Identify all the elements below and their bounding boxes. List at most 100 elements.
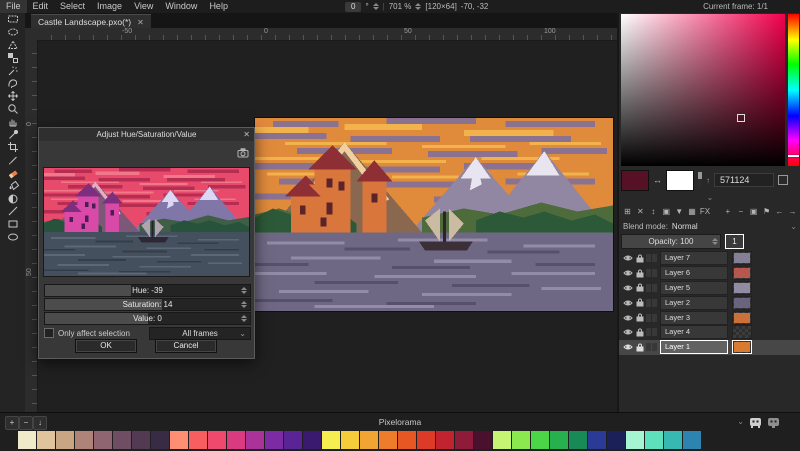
move-layer-button[interactable]: ↕ [647, 205, 660, 218]
palette-swatch[interactable] [208, 431, 226, 449]
hue-slider-handle[interactable] [788, 155, 799, 157]
palette-swatch[interactable] [303, 431, 321, 449]
lock-icon[interactable] [634, 267, 646, 279]
layer-row[interactable]: Layer 2 [619, 295, 800, 310]
ok-button[interactable]: OK [75, 339, 137, 353]
palette-swatch[interactable] [683, 431, 701, 449]
cel-thumbnail[interactable] [732, 311, 752, 325]
palette-swatch[interactable] [265, 431, 283, 449]
frame-tag-button[interactable]: ⚑ [760, 205, 773, 218]
palette-swatch[interactable] [569, 431, 587, 449]
saturation-spinner[interactable] [241, 301, 247, 308]
layer-row[interactable]: Layer 3 [619, 310, 800, 325]
color-picker-square[interactable] [621, 14, 785, 166]
delete-layer-button[interactable]: ✕ [634, 205, 647, 218]
adjust-hsv-dialog[interactable]: Adjust Hue/Saturation/Value ✕ Hue: -39 S… [38, 127, 255, 359]
palette-swatch[interactable] [132, 431, 150, 449]
layer-name-button[interactable]: Layer 6 [660, 266, 728, 280]
frame-column-header[interactable]: 1 [725, 234, 744, 249]
layer-name-button[interactable]: Layer 4 [660, 325, 728, 339]
tool-magic-wand[interactable] [0, 64, 25, 77]
palette-swatch[interactable] [37, 431, 55, 449]
palette-swatch[interactable] [341, 431, 359, 449]
link-cel-button[interactable] [646, 343, 651, 351]
palette-swatch[interactable] [531, 431, 549, 449]
palette-swatch[interactable] [664, 431, 682, 449]
color-options-button[interactable] [778, 175, 788, 185]
cel-thumbnail[interactable] [732, 251, 752, 265]
palette-swatch[interactable] [379, 431, 397, 449]
dialog-title-bar[interactable]: Adjust Hue/Saturation/Value ✕ [39, 128, 254, 141]
menu-file[interactable]: File [0, 0, 27, 13]
secondary-color-swatch[interactable] [666, 170, 694, 191]
cel-thumbnail[interactable] [732, 281, 752, 295]
palette-swatch[interactable] [645, 431, 663, 449]
layer-name-button[interactable]: Layer 2 [660, 296, 728, 310]
menu-image[interactable]: Image [91, 0, 128, 13]
clone-layer-button[interactable]: ▣ [660, 205, 673, 218]
palette-dropdown-chevron[interactable]: ⌄ [737, 415, 744, 429]
palette-swatch[interactable] [189, 431, 207, 449]
tool-rectangle-select[interactable] [0, 13, 25, 26]
cel-options-button[interactable] [652, 284, 657, 292]
link-cel-button[interactable] [646, 284, 651, 292]
cel-options-button[interactable] [652, 314, 657, 322]
palette-swatch[interactable] [588, 431, 606, 449]
cel-options-button[interactable] [652, 328, 657, 336]
lock-icon[interactable] [634, 282, 646, 294]
lock-icon[interactable] [634, 312, 646, 324]
palette-swatch[interactable] [151, 431, 169, 449]
cel-thumbnail[interactable] [732, 325, 752, 339]
palette-swatch[interactable] [227, 431, 245, 449]
tool-polygon-select[interactable] [0, 39, 25, 52]
layer-name-button[interactable]: Layer 3 [660, 311, 728, 325]
opacity-slider[interactable]: Opacity: 100 [621, 234, 721, 249]
move-frame-right-button[interactable]: → [786, 205, 799, 218]
eye-icon[interactable] [622, 267, 634, 279]
clone-frame-button[interactable]: ▣ [747, 205, 760, 218]
layer-name-button[interactable]: Layer 7 [660, 251, 728, 265]
group-layer-button[interactable]: ▦ [686, 205, 699, 218]
cel-thumbnail[interactable] [732, 266, 752, 280]
tool-color-picker[interactable] [0, 128, 25, 141]
preview-snapshot-icon[interactable] [237, 145, 249, 163]
layer-fx-button[interactable]: FX [699, 205, 712, 218]
palette-swatch[interactable] [18, 431, 36, 449]
tool-zoom[interactable] [0, 103, 25, 116]
move-frame-left-button[interactable]: ← [773, 205, 786, 218]
palette-presets-icon[interactable] [767, 416, 780, 434]
palette-swatch[interactable] [322, 431, 340, 449]
opacity-spinner[interactable] [712, 238, 718, 245]
menu-view[interactable]: View [128, 0, 159, 13]
palette-swatch[interactable] [94, 431, 112, 449]
palette-swatch[interactable] [550, 431, 568, 449]
color-value-mini-slider[interactable] [698, 172, 702, 188]
rotation-spinbox[interactable]: 0 [345, 2, 361, 12]
collapse-color-panel-chevron[interactable]: ⌄ [619, 194, 800, 202]
tool-pencil[interactable] [0, 154, 25, 167]
palette-swatch[interactable] [512, 431, 530, 449]
cel-options-button[interactable] [652, 299, 657, 307]
hex-color-input[interactable]: 571124 [714, 173, 774, 187]
lock-icon[interactable] [634, 326, 646, 338]
cel-options-button[interactable] [652, 343, 657, 351]
tool-ellipse-select[interactable] [0, 26, 25, 39]
layer-row[interactable]: Layer 5 [619, 281, 800, 296]
merge-layer-button[interactable]: ▼ [673, 205, 686, 218]
tool-shading[interactable] [0, 192, 25, 205]
link-cel-button[interactable] [646, 314, 651, 322]
palette-swatch[interactable] [474, 431, 492, 449]
hue-slider[interactable] [788, 14, 799, 166]
tool-lasso[interactable] [0, 77, 25, 90]
tool-move[interactable] [0, 90, 25, 103]
add-layer-button[interactable]: ⊞ [621, 205, 634, 218]
palette-swatch[interactable] [246, 431, 264, 449]
link-cel-button[interactable] [646, 254, 651, 262]
cel-options-button[interactable] [652, 254, 657, 262]
swap-colors-icon[interactable]: ↔ [653, 175, 662, 185]
cel-options-button[interactable] [652, 269, 657, 277]
link-cel-button[interactable] [646, 269, 651, 277]
palette-swatch[interactable] [56, 431, 74, 449]
vertical-ruler[interactable]: 0 50 [25, 40, 38, 412]
tool-crop[interactable] [0, 141, 25, 154]
